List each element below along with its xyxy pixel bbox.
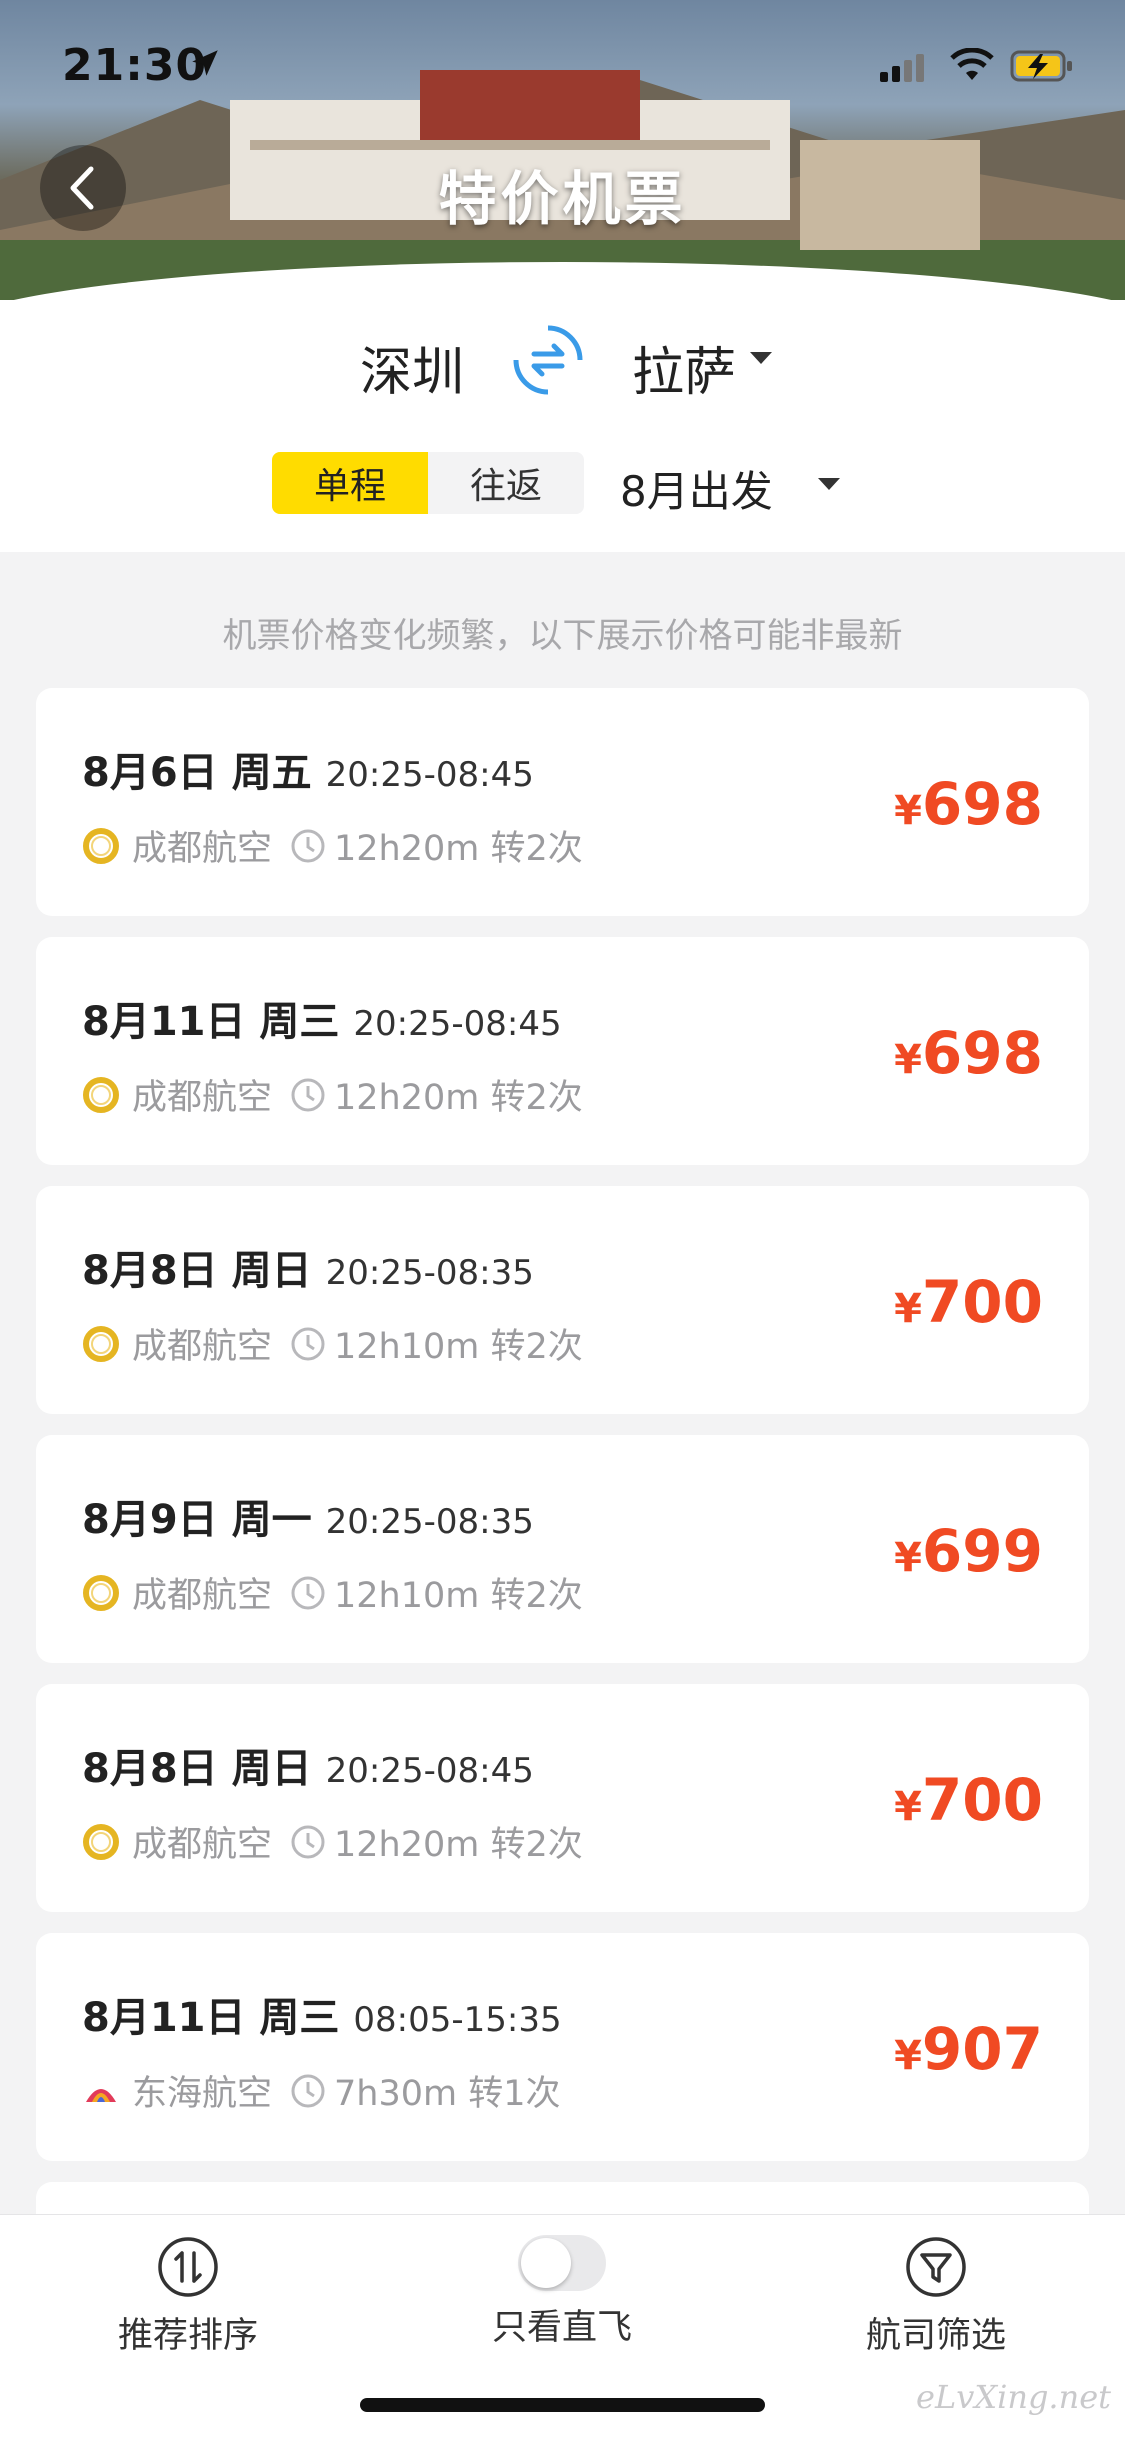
airline-name: 成都航空	[132, 1327, 273, 1367]
switch-knob	[521, 2238, 571, 2288]
clock-icon	[291, 2074, 325, 2107]
chengdu-airlines-logo-icon	[83, 1076, 119, 1113]
flight-time: 20:25-08:45	[353, 1004, 562, 1044]
flight-card[interactable]: 8月11日 周三 08:05-15:35 东海航空 7h30m 转1次 ¥907	[36, 1933, 1089, 2161]
flight-duration: 12h20m 转2次	[334, 1078, 583, 1118]
trip-type-roundtrip[interactable]: 往返	[428, 452, 584, 514]
direct-only-label: 只看直飞	[491, 2308, 632, 2348]
flight-price: ¥700	[894, 1268, 1043, 1336]
status-bar: 21:30	[0, 0, 1125, 135]
flight-card[interactable]: 8月9日 周一 20:25-08:35 成都航空 12h10m 转2次 ¥699	[36, 1435, 1089, 1663]
sort-icon	[158, 2237, 218, 2297]
airline-name: 成都航空	[132, 1576, 273, 1616]
flight-duration: 7h30m 转1次	[334, 2074, 561, 2114]
flight-card[interactable]: 8月11日 周三 20:25-08:45 成都航空 12h20m 转2次 ¥698	[36, 937, 1089, 1165]
flight-time: 20:25-08:45	[325, 755, 534, 795]
airline-name: 东海航空	[132, 2074, 273, 2114]
flight-duration: 12h20m 转2次	[334, 829, 583, 869]
flight-time: 20:25-08:35	[325, 1502, 534, 1542]
airline-name: 成都航空	[132, 829, 273, 869]
flight-time: 20:25-08:45	[325, 1751, 534, 1791]
chengdu-airlines-logo-icon	[83, 1823, 119, 1860]
direct-only-toggle[interactable]: 只看直飞	[442, 2235, 682, 2350]
chengdu-airlines-logo-icon	[83, 1574, 119, 1611]
route-selector: 深圳 拉萨 单程 往返 8月出发	[0, 300, 1125, 552]
month-dropdown-icon[interactable]	[818, 478, 840, 490]
trip-type-oneway[interactable]: 单程	[272, 452, 428, 514]
flight-price: ¥698	[894, 1019, 1043, 1087]
filter-icon	[906, 2237, 966, 2297]
flight-date: 8月6日 周五 20:25-08:45	[82, 750, 534, 796]
chengdu-airlines-logo-icon	[83, 827, 119, 864]
sort-button[interactable]: 推荐排序	[68, 2235, 308, 2358]
price-notice: 机票价格变化频繁，以下展示价格可能非最新	[222, 616, 903, 656]
airline-filter-button[interactable]: 航司筛选	[816, 2235, 1056, 2358]
donghai-airlines-logo-icon	[86, 2088, 116, 2102]
flight-duration: 12h10m 转2次	[334, 1576, 583, 1616]
wifi-icon	[950, 48, 994, 80]
flight-time: 20:25-08:35	[325, 1253, 534, 1293]
airline-name: 成都航空	[132, 1078, 273, 1118]
page-title: 特价机票	[438, 165, 687, 233]
sort-label: 推荐排序	[117, 2316, 258, 2356]
flight-date: 8月8日 周日 20:25-08:35	[82, 1248, 534, 1294]
flight-price: ¥700	[894, 1766, 1043, 1834]
flight-card[interactable]: 8月8日 周日 20:25-08:45 成都航空 12h20m 转2次 ¥700	[36, 1684, 1089, 1912]
flight-date: 8月11日 周三 08:05-15:35	[82, 1995, 562, 2041]
flight-duration: 12h20m 转2次	[334, 1825, 583, 1865]
clock-icon	[291, 829, 325, 862]
clock-icon	[291, 1327, 325, 1360]
flight-price: ¥907	[894, 2015, 1043, 2083]
airline-name: 成都航空	[132, 1825, 273, 1865]
flight-date: 8月9日 周一 20:25-08:35	[82, 1497, 534, 1543]
arrival-dropdown-icon[interactable]	[750, 352, 772, 364]
location-arrow-icon	[192, 50, 218, 76]
flight-date: 8月8日 周日 20:25-08:45	[82, 1746, 534, 1792]
departure-month-select[interactable]: 8月出发	[620, 458, 773, 519]
swap-cities-icon[interactable]	[510, 322, 586, 398]
watermark: eLvXing.net	[916, 2378, 1111, 2416]
arrival-city[interactable]: 拉萨	[632, 330, 736, 405]
clock-icon	[291, 1576, 325, 1609]
flight-duration: 12h10m 转2次	[334, 1327, 583, 1367]
clock-icon	[291, 1078, 325, 1111]
flight-price: ¥699	[894, 1517, 1043, 1585]
flight-card[interactable]: 8月6日 周五 20:25-08:45 成都航空 12h20m 转2次 ¥698	[36, 688, 1089, 916]
cellular-signal-icon	[880, 54, 924, 82]
departure-city[interactable]: 深圳	[360, 330, 464, 405]
flight-time: 08:05-15:35	[353, 2000, 562, 2040]
home-indicator[interactable]	[360, 2398, 765, 2412]
flight-date: 8月11日 周三 20:25-08:45	[82, 999, 562, 1045]
direct-only-switch[interactable]	[518, 2235, 606, 2291]
trip-type-toggle: 单程 往返	[272, 452, 584, 514]
airline-filter-label: 航司筛选	[865, 2316, 1006, 2356]
flight-card[interactable]: 8月8日 周日 20:25-08:35 成都航空 12h10m 转2次 ¥700	[36, 1186, 1089, 1414]
battery-charging-icon	[1010, 50, 1072, 82]
clock-icon	[291, 1825, 325, 1858]
flight-price: ¥698	[894, 770, 1043, 838]
status-time: 21:30	[62, 40, 208, 91]
chengdu-airlines-logo-icon	[83, 1325, 119, 1362]
